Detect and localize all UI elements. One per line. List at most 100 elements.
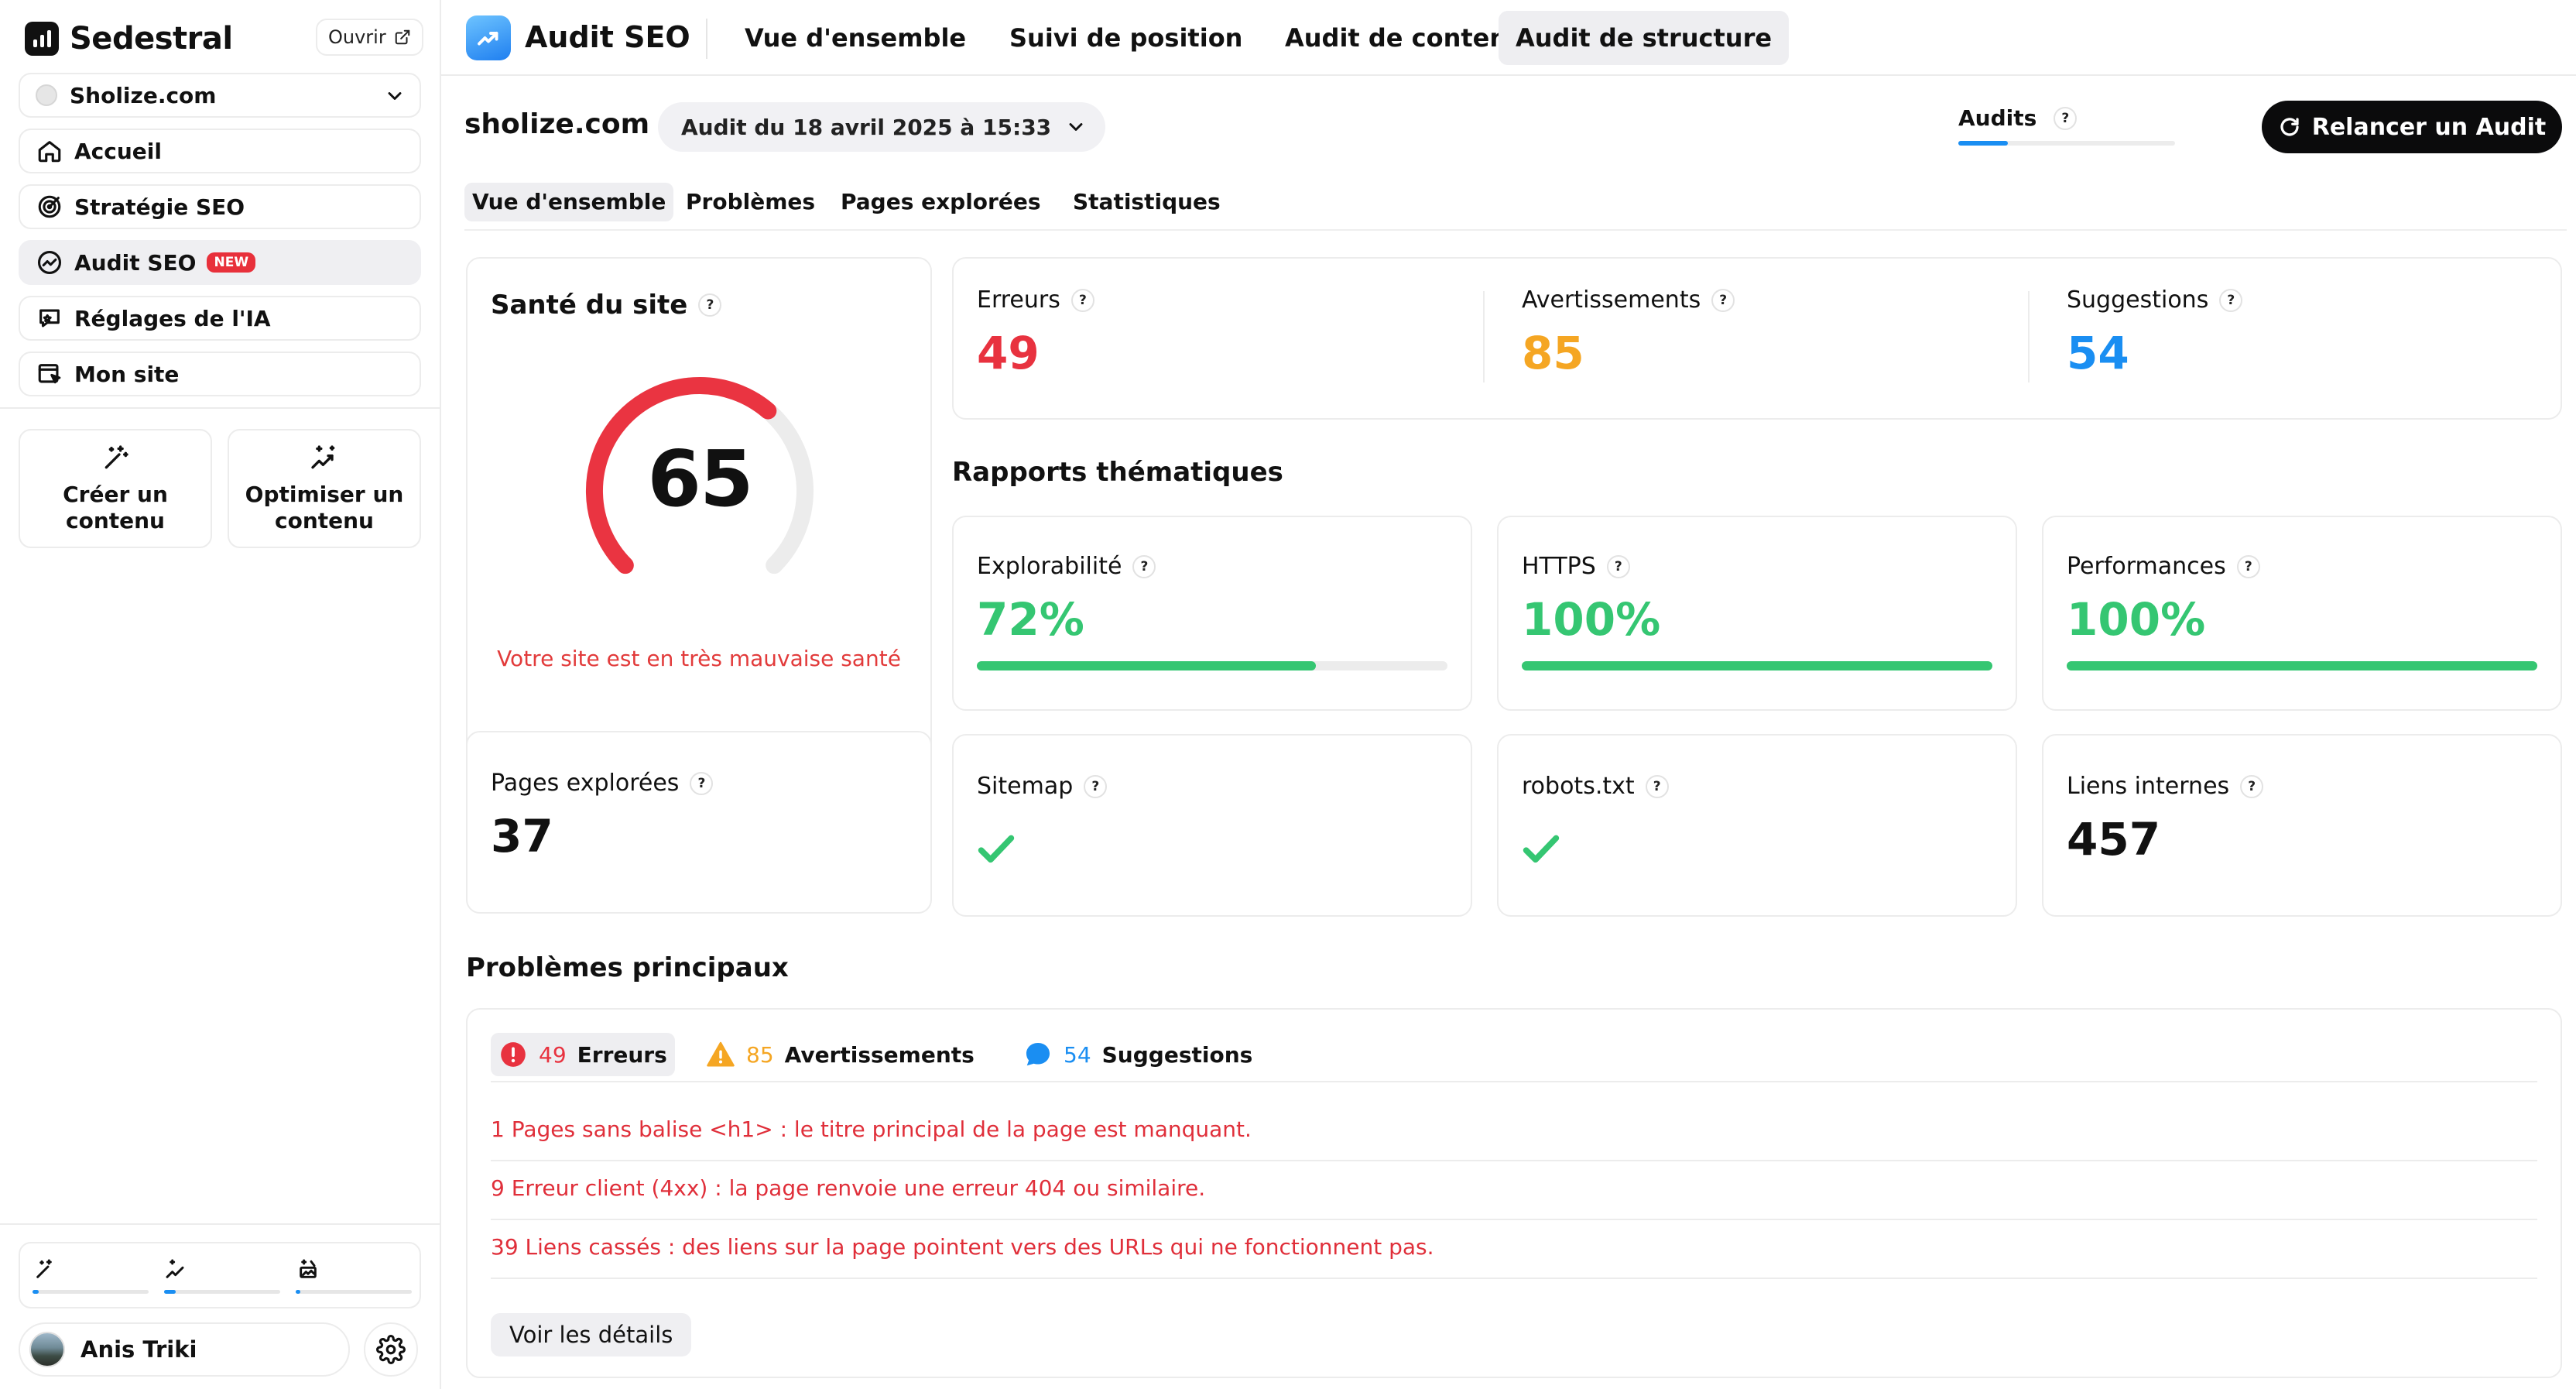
help-icon[interactable]: ? [2236,554,2260,578]
credits-panel[interactable] [19,1242,421,1308]
sidebar-item-ai-settings[interactable]: Réglages de l'IA [19,296,421,341]
explored-pages-value: 37 [491,810,553,863]
help-icon[interactable]: ? [2054,106,2078,130]
user-menu[interactable]: Anis Triki [19,1322,350,1377]
problems-tab-suggestions[interactable]: 54 Suggestions [1016,1033,1260,1076]
performance-progress [2067,661,2537,670]
tab-structure-audit[interactable]: Audit de structure [1499,11,1790,65]
tab-position-tracking[interactable]: Suivi de position [992,11,1259,65]
optimize-wand-icon [311,445,335,469]
site-health-card: Santé du site ? 65 Votre site est en trè… [466,257,932,782]
subtab-problems[interactable]: Problèmes [678,183,823,221]
warnings-label-row: Avertissements? [1522,286,1735,314]
brand-name: Sedestral [70,21,233,57]
audit-date-value: Audit du 18 avril 2025 à 15:33 [681,114,1052,140]
chat-bubble-icon [1026,1042,1050,1066]
https-progress [1522,661,1992,670]
checkmark-icon [1523,835,1560,863]
problems-tab-errors[interactable]: 49 Erreurs [491,1033,675,1076]
sitemap-card[interactable]: Sitemap? [952,734,1472,917]
sidebar-item-seo-audit[interactable]: Audit SEO NEW [19,240,421,285]
errors-tab-count: 49 [539,1041,567,1068]
help-icon[interactable]: ? [1711,288,1735,312]
https-label: HTTPS [1522,553,1596,580]
help-icon[interactable]: ? [2219,288,2243,312]
problem-row[interactable]: 39 Liens cassés : des liens sur la page … [491,1234,1434,1260]
help-icon[interactable]: ? [1606,554,1630,578]
problems-tab-warnings[interactable]: 85 Avertissements [698,1033,982,1076]
problems-divider [491,1160,2537,1161]
problem-row[interactable]: 9 Erreur client (4xx) : la page renvoie … [491,1175,1205,1201]
magic-wand-icon [104,445,128,469]
errors-count: 49 [977,327,1040,379]
credit-create-bar [33,1290,149,1294]
optimize-wand-icon [166,1259,184,1278]
health-score: 65 [647,434,753,524]
explored-pages-card[interactable]: Pages explorées? 37 [466,731,932,914]
create-content-button[interactable]: Créer un contenu [19,429,212,548]
subtab-statistics[interactable]: Statistiques [1065,183,1228,221]
site-health-title: Santé du site [491,290,688,321]
help-icon[interactable]: ? [1645,774,1669,798]
open-button[interactable]: Ouvrir [316,19,423,56]
internal-links-label-row: Liens internes? [2067,773,2264,800]
crawlability-progress [977,661,1447,670]
optimize-content-button[interactable]: Optimiser un contenu [228,429,421,548]
suggestions-tab-label: Suggestions [1101,1041,1253,1068]
internal-links-label: Liens internes [2067,773,2230,800]
problem-text: Pages sans balise <h1> : le titre princi… [511,1116,1252,1142]
site-selector[interactable]: Sholize.com [19,73,421,118]
help-icon[interactable]: ? [2240,774,2264,798]
sidebar-item-label: Audit SEO [74,249,197,276]
app-title: Audit SEO [525,20,690,54]
create-content-line1: Créer un [63,482,168,507]
ai-settings-icon [36,304,63,332]
problem-text: Erreur client (4xx) : la page renvoie un… [511,1175,1206,1201]
optimize-content-line1: Optimiser un [245,482,404,507]
see-details-button[interactable]: Voir les détails [491,1313,692,1356]
sitemap-label-row: Sitemap? [977,773,1108,800]
health-message: Votre site est en très mauvaise santé [497,646,901,671]
help-icon[interactable]: ? [1084,774,1108,798]
robots-card[interactable]: robots.txt? [1497,734,2017,917]
sidebar-item-seo-strategy[interactable]: Stratégie SEO [19,184,421,229]
site-selector-label: Sholize.com [70,82,217,108]
thematic-reports-title: Rapports thématiques [952,457,1283,488]
trend-icon [36,249,63,276]
crawlability-label: Explorabilité [977,553,1122,580]
help-icon[interactable]: ? [698,293,722,317]
report-card-https[interactable]: HTTPS? 100% [1497,516,2017,711]
warnings-count: 85 [1522,327,1584,379]
report-card-crawlability[interactable]: Explorabilité? 72% [952,516,1472,711]
subtab-explored-pages[interactable]: Pages explorées [833,183,1049,221]
brand[interactable]: Sedestral [25,20,233,57]
help-icon[interactable]: ? [690,771,714,795]
audits-quota: Audits ? [1958,105,2078,131]
problem-row[interactable]: 1 Pages sans balise <h1> : le titre prin… [491,1116,1252,1142]
tab-overview[interactable]: Vue d'ensemble [728,11,983,65]
https-value: 100% [1522,593,1661,646]
subtab-overview[interactable]: Vue d'ensemble [464,183,674,221]
subtabs-divider [464,229,2567,231]
target-icon [36,193,63,221]
site-health-header: Santé du site ? [491,290,722,321]
settings-button[interactable] [364,1322,418,1377]
problems-divider [491,1219,2537,1220]
help-icon[interactable]: ? [1070,288,1094,312]
refresh-icon [2280,118,2299,136]
column-divider [2028,291,2030,382]
open-label: Ouvrir [328,26,386,48]
column-divider [1483,291,1485,382]
sitemap-label: Sitemap [977,773,1074,800]
report-card-performance[interactable]: Performances? 100% [2042,516,2562,711]
internal-links-card[interactable]: Liens internes? 457 [2042,734,2562,917]
relaunch-audit-button[interactable]: Relancer un Audit [2262,101,2562,153]
credit-image-bar [296,1290,412,1294]
warnings-tab-count: 85 [746,1041,774,1068]
avatar [29,1332,65,1367]
help-icon[interactable]: ? [1132,554,1156,578]
sidebar-item-home[interactable]: Accueil [19,129,421,173]
audit-date-select[interactable]: Audit du 18 avril 2025 à 15:33 [658,102,1105,152]
credit-optimize-bar [164,1290,280,1294]
sidebar-item-my-site[interactable]: Mon site [19,352,421,396]
